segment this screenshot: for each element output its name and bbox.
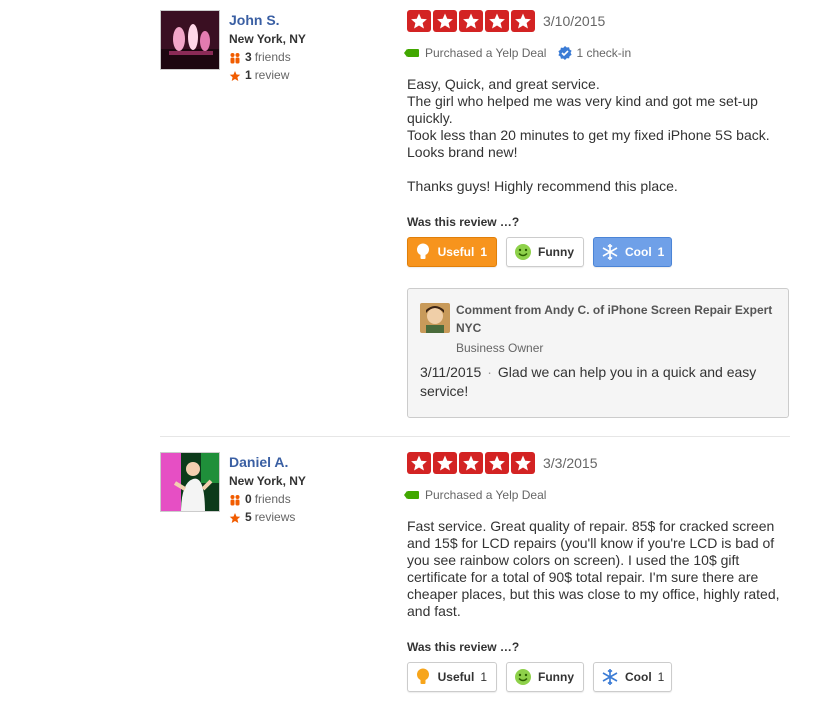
useful-label: Useful — [437, 670, 475, 684]
useful-button[interactable]: Useful 1 — [407, 662, 497, 692]
review-line: Took less than 20 minutes to get my fixe… — [407, 127, 770, 160]
cool-label: Cool — [625, 245, 652, 259]
user-info: John S. New York, NY 3 friends 1 review — [229, 10, 399, 84]
star-icon — [229, 511, 241, 523]
review-line: The girl who helped me was very kind and… — [407, 93, 758, 126]
cool-count: 1 — [657, 670, 665, 684]
star-icon — [433, 10, 457, 32]
review-content: 3/3/2015 Purchased a Yelp Deal Fast serv… — [404, 452, 790, 692]
rating-row: 3/3/2015 — [407, 452, 790, 474]
smiley-icon — [514, 242, 532, 262]
review-meta: Purchased a Yelp Deal — [404, 488, 790, 502]
user-location: New York, NY — [229, 474, 306, 488]
owner-role: Business Owner — [456, 341, 544, 355]
deal-tag-icon — [404, 491, 419, 499]
review-text: Easy, Quick, and great service. The girl… — [407, 76, 790, 195]
deal-label: Purchased a Yelp Deal — [425, 488, 547, 502]
friends-label: friends — [254, 50, 291, 64]
star-icon — [407, 10, 431, 32]
friends-number: 3 — [245, 50, 252, 64]
reviews-count: 5 reviews — [229, 508, 399, 526]
owner-avatar[interactable] — [420, 303, 450, 333]
useful-count: 1 — [480, 670, 487, 684]
star-icon — [459, 452, 483, 474]
reviews-label: reviews — [254, 510, 296, 524]
funny-button[interactable]: Funny — [506, 237, 584, 267]
separator-dot: · — [487, 364, 492, 380]
reviews-number: 5 — [245, 510, 252, 524]
reviews-label: review — [254, 68, 290, 82]
useful-button[interactable]: Useful 1 — [407, 237, 497, 267]
useful-count: 1 — [480, 245, 487, 259]
friends-icon — [229, 493, 241, 506]
review-date: 3/10/2015 — [543, 13, 606, 29]
review-text: Fast service. Great quality of repair. 8… — [407, 518, 790, 620]
review-line: Thanks guys! Highly recommend this place… — [407, 178, 678, 194]
review-content: 3/10/2015 Purchased a Yelp Deal 1 check-… — [404, 10, 790, 418]
star-rating — [407, 452, 535, 474]
star-rating — [407, 10, 535, 32]
review-divider — [160, 436, 790, 437]
checkin-info: 1 check-in — [558, 46, 631, 60]
useful-label: Useful — [437, 245, 475, 259]
star-icon — [485, 452, 509, 474]
friends-icon — [229, 51, 241, 64]
reviews-number: 1 — [245, 68, 252, 82]
review-meta: Purchased a Yelp Deal 1 check-in — [404, 46, 790, 60]
vote-buttons: Useful 1 Funny Cool 1 — [407, 237, 790, 267]
star-icon — [229, 69, 241, 81]
owner-comment-text: 3/11/2015 · Glad we can help you in a quic… — [420, 363, 776, 401]
friends-number: 0 — [245, 492, 252, 506]
review-line: Easy, Quick, and great service. — [407, 76, 600, 92]
owner-comment: Comment from Andy C. of iPhone Screen Re… — [407, 288, 789, 418]
cool-button[interactable]: Cool 1 — [593, 662, 672, 692]
vote-buttons: Useful 1 Funny Cool 1 — [407, 662, 790, 692]
friends-count: 3 friends — [229, 48, 399, 66]
checkin-label: 1 check-in — [576, 46, 632, 60]
deal-tag-icon — [404, 49, 419, 57]
cool-button[interactable]: Cool 1 — [593, 237, 672, 267]
deal-label: Purchased a Yelp Deal — [425, 46, 547, 60]
owner-comment-date: 3/11/2015 — [420, 364, 482, 380]
star-icon — [407, 452, 431, 474]
funny-label: Funny — [538, 670, 574, 684]
user-info: Daniel A. New York, NY 0 friends 5 revie… — [229, 452, 399, 526]
user-avatar[interactable] — [160, 452, 220, 512]
review-date: 3/3/2015 — [543, 455, 598, 471]
smiley-icon — [514, 667, 532, 687]
friends-count: 0 friends — [229, 490, 399, 508]
star-icon — [511, 10, 535, 32]
star-icon — [485, 10, 509, 32]
was-this-review-label: Was this review …? — [407, 640, 520, 654]
was-this-review-label: Was this review …? — [407, 215, 520, 229]
lightbulb-icon — [415, 667, 432, 687]
checkin-badge-icon — [558, 46, 573, 60]
funny-label: Funny — [538, 245, 574, 259]
funny-button[interactable]: Funny — [506, 662, 584, 692]
reviews-count: 1 review — [229, 66, 399, 84]
user-name-link[interactable]: John S. — [229, 10, 399, 30]
star-icon — [459, 10, 483, 32]
cool-count: 1 — [657, 245, 665, 259]
friends-label: friends — [254, 492, 291, 506]
review-line: Fast service. Great quality of repair. 8… — [407, 518, 780, 619]
lightbulb-icon — [415, 242, 432, 262]
user-location: New York, NY — [229, 32, 306, 46]
user-avatar[interactable] — [160, 10, 220, 70]
rating-row: 3/10/2015 — [407, 10, 790, 32]
star-icon — [511, 452, 535, 474]
user-name-link[interactable]: Daniel A. — [229, 452, 399, 472]
cool-label: Cool — [625, 670, 652, 684]
owner-comment-header: Comment from Andy C. of iPhone Screen Re… — [456, 303, 773, 335]
snowflake-icon — [601, 667, 619, 687]
star-icon — [433, 452, 457, 474]
snowflake-icon — [601, 242, 619, 262]
